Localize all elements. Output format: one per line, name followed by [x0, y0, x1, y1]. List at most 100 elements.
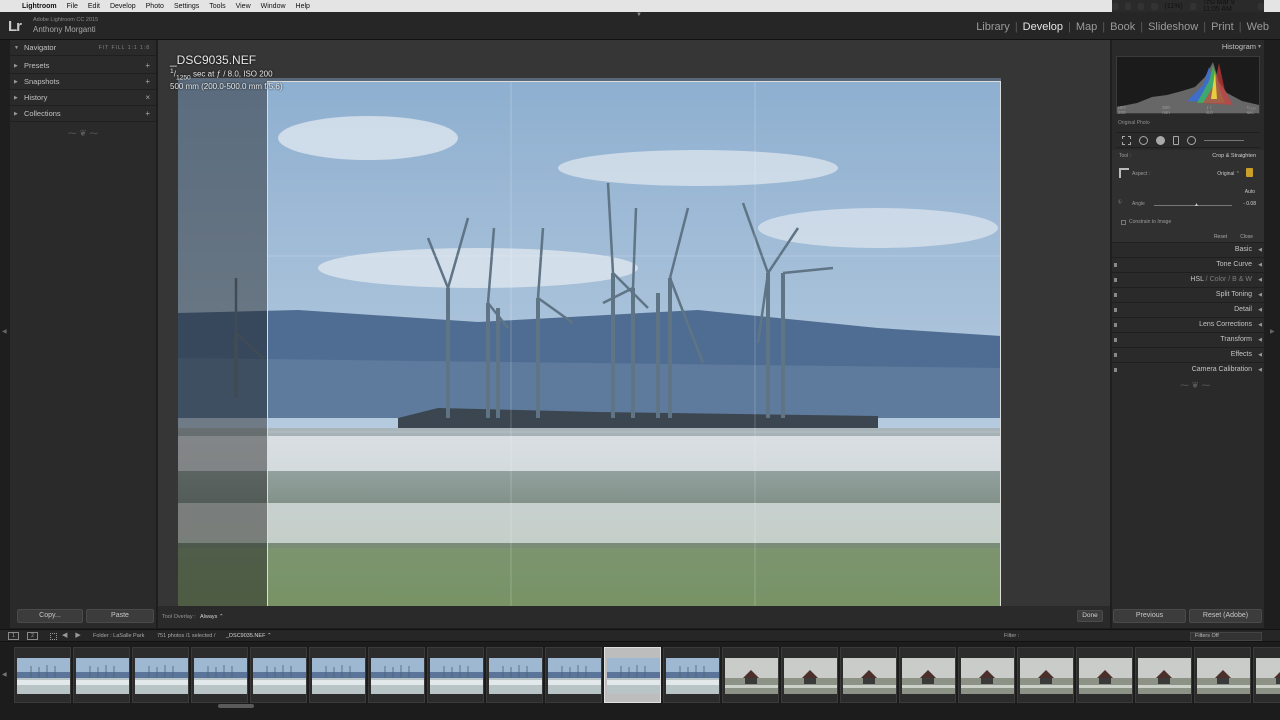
panel-switch-icon[interactable]	[1114, 308, 1117, 312]
filmstrip-thumbnail[interactable]	[958, 647, 1015, 703]
module-map[interactable]: Map	[1071, 21, 1102, 33]
add-snapshot-icon[interactable]: +	[145, 77, 150, 86]
filmstrip-thumbnail[interactable]	[545, 647, 602, 703]
panel-collections[interactable]: ▶ Collections +	[10, 106, 156, 122]
navigate-arrows[interactable]: ◀ ▶	[62, 631, 84, 639]
module-develop[interactable]: Develop	[1018, 21, 1068, 33]
filmstrip-thumbnail[interactable]	[309, 647, 366, 703]
panel-switch-icon[interactable]	[1114, 293, 1117, 297]
filter-dropdown[interactable]: Filters Off	[1190, 632, 1262, 641]
menu-help[interactable]: Help	[296, 3, 310, 10]
panel-camera-calibration[interactable]: Camera Calibration ◀	[1112, 362, 1264, 377]
status-app-icon[interactable]	[1125, 2, 1132, 10]
aspect-select[interactable]: Original ⌃	[1217, 171, 1240, 177]
left-panel-toggle-icon[interactable]: ◀	[2, 328, 7, 335]
angle-slider[interactable]	[1154, 205, 1232, 206]
color-tab[interactable]: Color	[1210, 276, 1227, 283]
adjustment-brush-icon[interactable]	[1204, 139, 1244, 141]
menu-tools[interactable]: Tools	[209, 3, 225, 10]
original-photo-toggle[interactable]: Original Photo	[1118, 120, 1150, 126]
panel-switch-icon[interactable]	[1114, 338, 1117, 342]
menu-edit[interactable]: Edit	[88, 3, 100, 10]
filmstrip-thumbnail[interactable]	[604, 647, 661, 703]
panel-switch-icon[interactable]	[1114, 353, 1117, 357]
radial-filter-icon[interactable]	[1187, 135, 1196, 145]
panel-switch-icon[interactable]	[1114, 323, 1117, 327]
constrain-checkbox[interactable]	[1121, 219, 1126, 225]
previous-button[interactable]: Previous	[1113, 609, 1186, 623]
clear-history-icon[interactable]: ×	[145, 93, 150, 102]
menu-window[interactable]: Window	[261, 3, 286, 10]
add-preset-icon[interactable]: +	[145, 61, 150, 70]
panel-presets[interactable]: ▶ Presets +	[10, 58, 156, 74]
filmstrip-thumbnail[interactable]	[663, 647, 720, 703]
crop-tool-icon[interactable]	[1122, 135, 1131, 145]
spotlight-icon[interactable]	[1257, 2, 1265, 10]
module-book[interactable]: Book	[1105, 21, 1140, 33]
photo-image[interactable]	[178, 78, 1001, 608]
top-panel-toggle-icon[interactable]: ▼	[636, 12, 642, 18]
copy-settings-button[interactable]: Copy...	[17, 609, 83, 623]
panel-hsl[interactable]: HSL / Color / B & W ◀	[1112, 272, 1264, 287]
module-slideshow[interactable]: Slideshow	[1143, 21, 1203, 33]
bw-tab[interactable]: B & W	[1232, 276, 1252, 283]
panel-snapshots[interactable]: ▶ Snapshots +	[10, 74, 156, 90]
panel-tone-curve[interactable]: Tone Curve ◀	[1112, 257, 1264, 272]
constrain-to-image-option[interactable]: Constrain to Image	[1121, 219, 1171, 225]
red-eye-icon[interactable]	[1156, 135, 1165, 145]
panel-history[interactable]: ▶ History ×	[10, 90, 156, 106]
panel-effects[interactable]: Effects ◀	[1112, 347, 1264, 362]
menu-photo[interactable]: Photo	[146, 3, 164, 10]
module-web[interactable]: Web	[1242, 21, 1274, 33]
filmstrip-thumbnail[interactable]	[1076, 647, 1133, 703]
panel-lens-corrections[interactable]: Lens Corrections ◀	[1112, 317, 1264, 332]
add-collection-icon[interactable]: +	[145, 109, 150, 118]
crop-close-button[interactable]: Close	[1240, 234, 1253, 240]
selected-file-dropdown[interactable]: _DSC9035.NEF ⌃	[226, 633, 272, 639]
aspect-lock-icon[interactable]	[1246, 168, 1253, 177]
straighten-tool-icon[interactable]: Ⓛ	[1118, 199, 1122, 205]
filmstrip-thumbnail[interactable]	[840, 647, 897, 703]
menu-file[interactable]: File	[67, 3, 78, 10]
spot-removal-icon[interactable]	[1139, 135, 1148, 145]
module-library[interactable]: Library	[971, 21, 1015, 33]
paste-settings-button[interactable]: Paste	[86, 609, 154, 623]
panel-navigator[interactable]: ▼ Navigator FIT FILL 1:1 1:8	[10, 40, 156, 56]
filmstrip-thumbnail[interactable]	[427, 647, 484, 703]
filmstrip-thumbnail[interactable]	[368, 647, 425, 703]
angle-value[interactable]: - 0.08	[1243, 201, 1256, 207]
filmstrip-thumbnail[interactable]	[486, 647, 543, 703]
filmstrip-thumbnail[interactable]	[191, 647, 248, 703]
panel-transform[interactable]: Transform ◀	[1112, 332, 1264, 347]
filmstrip-thumbnail[interactable]	[14, 647, 71, 703]
module-print[interactable]: Print	[1206, 21, 1239, 33]
histogram-header[interactable]: Histogram ▼	[1112, 40, 1264, 54]
tool-overlay-select[interactable]: Always ⌃	[200, 614, 224, 620]
angle-slider-knob[interactable]: ▲	[1194, 202, 1199, 208]
battery-icon[interactable]	[1151, 2, 1158, 10]
filmstrip-thumbnail[interactable]	[1135, 647, 1192, 703]
filmstrip-thumbnail[interactable]	[73, 647, 130, 703]
filmstrip-thumbnail[interactable]	[781, 647, 838, 703]
crop-reset-button[interactable]: Reset	[1214, 234, 1227, 240]
menu-view[interactable]: View	[236, 3, 251, 10]
source-folder[interactable]: Folder : LaSalle Park	[93, 633, 144, 639]
status-app-icon[interactable]	[1138, 2, 1145, 10]
filmstrip-thumbnail[interactable]	[132, 647, 189, 703]
filmstrip-thumbnail[interactable]	[899, 647, 956, 703]
crop-frame-icon[interactable]	[1119, 168, 1129, 178]
navigator-zoom-options[interactable]: FIT FILL 1:1 1:8	[99, 45, 150, 51]
done-button[interactable]: Done	[1077, 610, 1103, 622]
main-window-button[interactable]: 1	[8, 632, 19, 640]
filmstrip-thumbnail[interactable]	[1017, 647, 1074, 703]
filmstrip-scrollbar[interactable]	[218, 704, 254, 708]
wifi-icon[interactable]	[1189, 2, 1196, 10]
filmstrip-thumbnail[interactable]	[1253, 647, 1280, 703]
filmstrip-thumbnail[interactable]	[250, 647, 307, 703]
panel-basic[interactable]: Basic ◀	[1112, 242, 1264, 257]
filmstrip-thumbnail[interactable]	[722, 647, 779, 703]
panel-detail[interactable]: Detail ◀	[1112, 302, 1264, 317]
secondary-window-button[interactable]: 2	[27, 632, 38, 640]
panel-switch-icon[interactable]	[1114, 368, 1117, 372]
filmstrip-thumbnail[interactable]	[1194, 647, 1251, 703]
